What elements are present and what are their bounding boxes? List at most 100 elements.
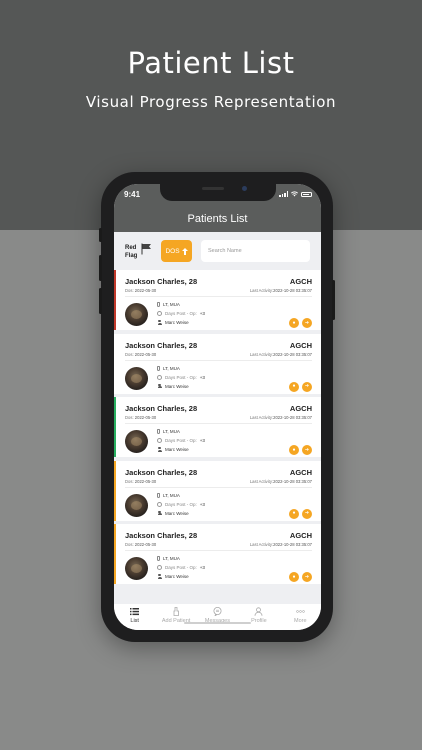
- doctor-row: Marc Weise: [157, 510, 189, 516]
- add-patient-icon: [173, 607, 179, 616]
- notch: [160, 184, 276, 201]
- dos-value: 2022-05-30: [134, 478, 157, 484]
- last-activity-value: 2022-10-28 03:35:07: [273, 478, 312, 484]
- dos: Dos: 2022-05-30: [125, 288, 156, 293]
- procedure-row: LT, MUA: [157, 365, 180, 371]
- tab-more-label: More: [293, 618, 307, 624]
- progress-button[interactable]: ●: [289, 381, 299, 392]
- last-activity: Last Activity:2022-10-28 03:35:07: [250, 352, 312, 357]
- last-activity: Last Activity:2022-10-28 03:35:07: [250, 542, 312, 547]
- card-divider: [125, 486, 312, 488]
- phone-volume-up: [99, 255, 102, 281]
- progress-button[interactable]: ●: [289, 318, 299, 328]
- patient-card[interactable]: Jackson Charles, 28 AGCH Dos: 2022-05-30 La…: [114, 270, 321, 330]
- tab-list-label: List: [130, 618, 139, 624]
- last-activity: Last Activity:2022-10-28 03:35:07: [250, 415, 312, 420]
- dos-label: DOS: [165, 247, 180, 255]
- patient-card[interactable]: Jackson Charles, 28 AGCH Dos: 2022-05-30 La…: [114, 397, 321, 457]
- progress-button[interactable]: ●: [289, 572, 299, 582]
- days-post-op-label: Days Post - Op:: [165, 565, 197, 570]
- last-activity-label: Last Activity:: [249, 478, 274, 484]
- tab-list[interactable]: List: [115, 607, 155, 624]
- implant-icon: [157, 365, 160, 371]
- promo-title: Patient List: [127, 46, 295, 80]
- implant-icon: [157, 429, 160, 434]
- progress-button[interactable]: ●: [289, 445, 299, 455]
- progress-icon: ●: [292, 319, 296, 326]
- speaker: [202, 187, 224, 190]
- more-icon: [296, 610, 305, 613]
- days-post-op-label: Days Post - Op:: [165, 501, 197, 507]
- message-button[interactable]: ➜: [302, 318, 312, 328]
- days-icon: [157, 438, 162, 443]
- dos-sort-button[interactable]: DOS: [161, 240, 192, 262]
- dos-label: Dos:: [125, 478, 134, 484]
- patient-card[interactable]: Jackson Charles, 28 AGCH Dos: 2022-05-30 La…: [114, 333, 321, 394]
- last-activity: Last Activity:2022-10-28 03:35:07: [250, 288, 312, 293]
- doctor-row: Marc Weise: [157, 320, 189, 325]
- days-post-op-row: Days Post - Op: +3: [157, 311, 205, 316]
- days-post-op-label: Days Post - Op:: [165, 311, 197, 316]
- dos-value: 2022-05-30: [134, 288, 157, 293]
- dos: Dos: 2022-05-30: [125, 542, 156, 547]
- search-input[interactable]: [201, 240, 310, 262]
- tab-profile-label: Profile: [251, 618, 267, 624]
- card-divider: [125, 423, 312, 424]
- procedure: LT, MUA: [163, 429, 180, 434]
- days-icon: [157, 311, 162, 316]
- doctor-row: Marc Weise: [157, 447, 189, 452]
- dos-label: Dos:: [125, 351, 134, 357]
- card-divider: [125, 359, 312, 361]
- dos-label: Dos:: [125, 288, 134, 293]
- tab-more[interactable]: More: [280, 607, 320, 624]
- doctor-name: Marc Weise: [165, 574, 189, 579]
- message-button[interactable]: ➜: [302, 445, 312, 455]
- message-button[interactable]: ➜: [302, 508, 312, 519]
- message-button[interactable]: ➜: [302, 381, 312, 392]
- tab-bar: List Add Patient Messages Profile More: [114, 604, 321, 630]
- implant-icon: [157, 556, 160, 561]
- card-divider: [125, 296, 312, 297]
- message-button[interactable]: ➜: [302, 572, 312, 582]
- dos: Dos: 2022-05-30: [125, 415, 156, 420]
- avatar: [125, 303, 148, 326]
- arrow-right-icon: ➜: [304, 383, 310, 389]
- wifi-icon: [291, 191, 298, 197]
- progress-icon: ●: [292, 510, 296, 516]
- days-icon: [157, 374, 162, 380]
- filter-bar: Red Flag DOS: [114, 232, 321, 270]
- patient-card[interactable]: Jackson Charles, 28 AGCH Dos: 2022-05-30 La…: [114, 460, 321, 521]
- hospital-code: AGCH: [289, 467, 312, 477]
- list-icon: [130, 608, 140, 616]
- doctor-name: Marc Weise: [165, 383, 189, 389]
- status-time: 9:41: [124, 190, 141, 199]
- arrow-up-icon: [181, 247, 188, 255]
- progress-icon: ●: [292, 446, 296, 453]
- flag-icon[interactable]: [141, 243, 152, 255]
- dos-label: Dos:: [125, 542, 134, 547]
- red-flag-filter[interactable]: Red Flag: [125, 244, 137, 260]
- days-post-op-row: Days Post - Op: +3: [157, 501, 205, 507]
- procedure: LT, MUA: [163, 302, 180, 307]
- progress-icon: ●: [292, 573, 296, 580]
- dos-value: 2022-05-30: [134, 415, 157, 420]
- promo-subtitle: Visual Progress Representation: [85, 93, 337, 111]
- hospital-code: AGCH: [289, 277, 312, 286]
- dos: Dos: 2022-05-30: [125, 352, 156, 357]
- patient-name: Jackson Charles, 28: [125, 467, 198, 477]
- progress-icon: ●: [292, 383, 296, 389]
- procedure-row: LT, MUA: [157, 429, 180, 434]
- status-icons: [279, 191, 312, 197]
- days-post-op-label: Days Post - Op:: [165, 374, 197, 380]
- progress-button[interactable]: ●: [289, 508, 299, 519]
- patient-card[interactable]: Jackson Charles, 28 AGCH Dos: 2022-05-30 La…: [114, 524, 321, 584]
- doctor-icon: [157, 510, 162, 516]
- days-post-op-value: +3: [199, 565, 205, 570]
- patient-name: Jackson Charles, 28: [125, 340, 198, 350]
- days-post-op-value: +3: [199, 438, 205, 443]
- dos: Dos: 2022-05-30: [125, 479, 156, 484]
- days-post-op-row: Days Post - Op: +3: [157, 438, 205, 443]
- last-activity-label: Last Activity:: [249, 542, 274, 547]
- camera: [242, 186, 247, 191]
- red-flag-label-line2: Flag: [125, 253, 138, 259]
